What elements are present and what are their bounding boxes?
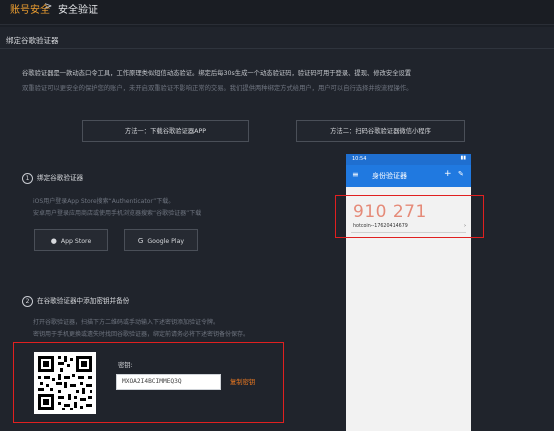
- step1-number: 1: [22, 173, 33, 184]
- step2-title: 在谷歌验证器中添加密钥并备份: [37, 297, 130, 305]
- step2-hint-backup: 密钥用于手机更换或遗失时找回谷歌验证器，绑定前请务必将下述密钥备份保存。: [33, 331, 250, 338]
- qr-code-graphic: [34, 352, 96, 414]
- google-icon: G: [137, 237, 144, 245]
- qr-code: [34, 352, 96, 414]
- panel-title: 绑定谷歌验证器: [6, 36, 59, 45]
- secret-key-field[interactable]: MXOA2I4BCIMMEQ3Q: [116, 374, 221, 390]
- step1-hint-android: 安卓用户登录应用商店或使用手机浏览器搜索“谷歌验证器”下载: [33, 210, 202, 217]
- menu-icon: ≡: [352, 170, 359, 179]
- step1-hint-ios: iOS用户登录App Store搜索“Authenticator”下载。: [33, 198, 175, 205]
- breadcrumb: 账号安全 > 安全验证: [0, 0, 554, 25]
- phone-status-bar: 10:54 ▮▮: [346, 154, 471, 165]
- phone-app-bar: ≡ 身份验证器 + ✎: [346, 165, 471, 187]
- breadcrumb-current: 安全验证: [58, 5, 98, 16]
- step2-hint-scan: 打开谷歌验证器，扫描下方二维码或手动输入下述密钥添加验证令牌。: [33, 319, 220, 326]
- google-play-button[interactable]: G Google Play: [124, 229, 198, 251]
- key-label: 密钥:: [118, 362, 133, 369]
- description-primary: 谷歌验证器是一款动态口令工具，工作原理类似短信动态验证。绑定后每30s生成一个动…: [22, 70, 412, 77]
- breadcrumb-separator: >: [44, 1, 53, 12]
- google-play-label: Google Play: [147, 238, 185, 245]
- step1-title: 绑定谷歌验证器: [37, 174, 84, 182]
- app-store-button[interactable]: ● App Store: [34, 229, 108, 251]
- description-secondary: 双重验证可以更安全的保护您的账户，未开启双重验证不影响正常的交易。我们提供两种绑…: [22, 85, 413, 92]
- plus-icon: +: [444, 169, 452, 179]
- phone-app-title: 身份验证器: [372, 172, 407, 180]
- edit-icon: ✎: [458, 170, 464, 178]
- code-highlight-box: [335, 195, 484, 238]
- step2-heading: 2 在谷歌验证器中添加密钥并备份: [22, 295, 129, 307]
- copy-key-link[interactable]: 复制密钥: [230, 377, 255, 386]
- apple-icon: ●: [50, 237, 57, 245]
- title-divider: [0, 48, 554, 49]
- battery-icon: ▮▮: [460, 155, 466, 161]
- app-store-label: App Store: [60, 238, 92, 245]
- phone-time: 10:54: [352, 156, 367, 162]
- step1-heading: 1 绑定谷歌验证器: [22, 172, 83, 184]
- step2-number: 2: [22, 296, 33, 307]
- method-download-app-button[interactable]: 方法一：下载谷歌验证器APP: [82, 120, 249, 142]
- method-wechat-miniprogram-button[interactable]: 方法二：扫码谷歌验证器微信小程序: [296, 120, 465, 142]
